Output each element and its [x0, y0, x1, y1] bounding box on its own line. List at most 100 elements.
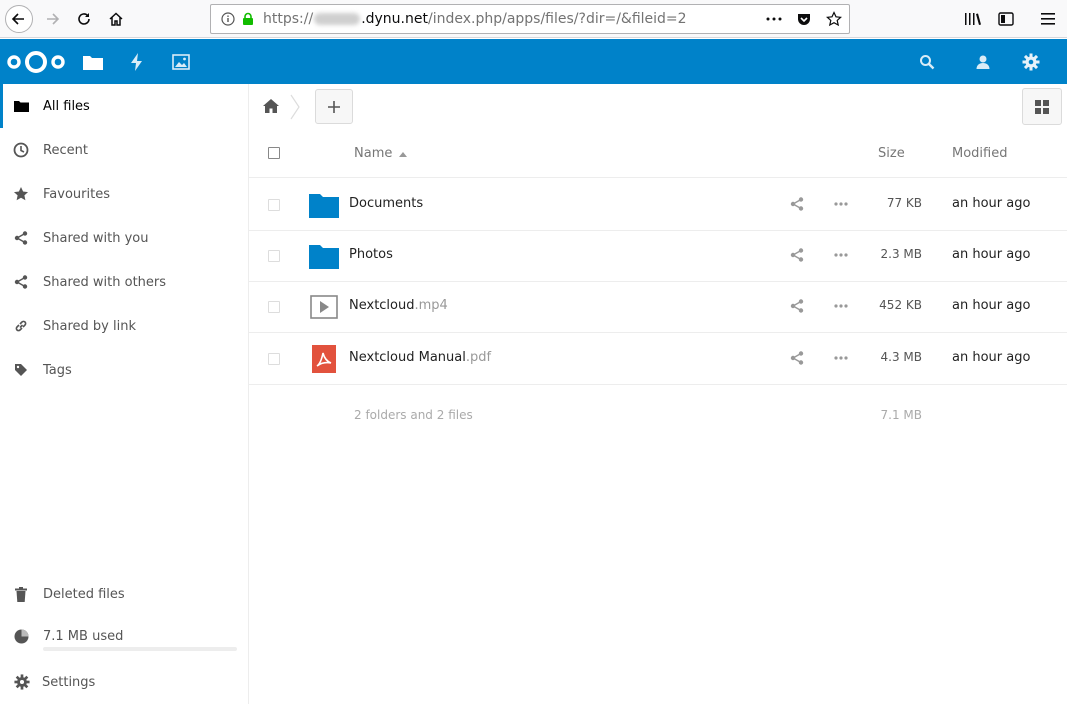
sidebar-item-label: Recent — [43, 142, 88, 158]
sidebar-toggle-icon[interactable] — [991, 4, 1021, 34]
file-size: 2.3 MB — [880, 247, 922, 261]
file-name[interactable]: Nextcloud.mp4 — [349, 298, 448, 313]
sidebar-item-label: Deleted files — [43, 586, 125, 602]
folder-icon — [309, 191, 339, 219]
pocket-icon[interactable] — [789, 5, 819, 33]
file-row[interactable]: Photos 2.3 MB an hour ago — [249, 230, 1067, 282]
sidebar-item-label: Shared by link — [43, 318, 136, 334]
folder-icon — [309, 242, 339, 270]
row-checkbox[interactable] — [268, 199, 280, 211]
sidebar-item-all-files[interactable]: All files — [0, 84, 248, 128]
pdf-file-icon — [309, 345, 339, 373]
file-row[interactable]: Documents 77 KB an hour ago — [249, 179, 1067, 231]
more-actions-icon[interactable] — [831, 349, 851, 367]
file-extension: .mp4 — [414, 298, 448, 313]
share-icon[interactable] — [789, 297, 805, 315]
blurred-subdomain — [314, 13, 361, 25]
contacts-icon[interactable] — [961, 39, 1005, 84]
file-row[interactable]: Nextcloud Manual.pdf 4.3 MB an hour ago — [249, 333, 1067, 385]
pie-chart-icon — [11, 626, 31, 646]
arrow-left-icon — [11, 13, 24, 25]
files-app-icon[interactable] — [71, 39, 115, 84]
column-header-name[interactable]: Name — [354, 146, 392, 161]
more-actions-icon[interactable] — [831, 246, 851, 264]
share-icon[interactable] — [789, 349, 805, 367]
page-actions-icon[interactable] — [759, 5, 789, 33]
share-icon — [11, 228, 31, 248]
gallery-app-icon[interactable] — [159, 39, 203, 84]
lock-icon[interactable] — [240, 11, 256, 27]
row-checkbox[interactable] — [268, 250, 280, 262]
url-path: /index.php/apps/files/?dir=/&fileid=2 — [427, 11, 687, 27]
file-list-total-size: 7.1 MB — [880, 408, 922, 422]
hamburger-menu-icon[interactable] — [1033, 4, 1063, 34]
info-icon[interactable] — [220, 11, 236, 27]
quota-label: 7.1 MB used — [43, 628, 124, 644]
file-basename: Documents — [349, 196, 424, 211]
sidebar-item-shared-with-you[interactable]: Shared with you — [0, 216, 248, 260]
share-icon[interactable] — [789, 195, 805, 213]
trash-icon — [11, 584, 31, 604]
column-header-modified[interactable]: Modified — [952, 146, 1007, 161]
file-list-header: Name Size Modified — [249, 131, 1067, 178]
url-bar[interactable]: https:// .dynu.net/index.php/apps/files/?… — [210, 4, 850, 34]
clock-icon — [11, 140, 31, 160]
bookmark-star-icon[interactable] — [819, 5, 849, 33]
select-all-checkbox[interactable] — [268, 147, 280, 159]
share-icon[interactable] — [789, 246, 805, 264]
folder-icon — [11, 96, 31, 116]
more-actions-icon[interactable] — [831, 195, 851, 213]
grid-icon — [1035, 99, 1049, 114]
file-modified: an hour ago — [952, 298, 1031, 313]
home-icon — [109, 12, 123, 26]
row-checkbox[interactable] — [268, 353, 280, 365]
link-icon — [11, 316, 31, 336]
file-size: 452 KB — [879, 298, 922, 312]
file-name[interactable]: Documents — [349, 196, 423, 211]
sidebar-item-label: All files — [43, 98, 90, 114]
sidebar-item-deleted-files[interactable]: Deleted files — [0, 572, 248, 616]
sidebar-item-recent[interactable]: Recent — [0, 128, 248, 172]
file-basename: Nextcloud — [349, 298, 415, 313]
file-modified: an hour ago — [952, 350, 1031, 365]
file-name[interactable]: Nextcloud Manual.pdf — [349, 350, 491, 365]
files-main: Name Size Modified Documents 77 KB an ho… — [249, 84, 1067, 704]
plus-icon — [328, 100, 340, 113]
gear-icon — [12, 672, 32, 692]
video-file-icon — [309, 293, 339, 321]
breadcrumb-home-icon[interactable] — [261, 96, 281, 116]
nextcloud-logo-icon[interactable] — [4, 48, 68, 76]
more-actions-icon[interactable] — [831, 297, 851, 315]
sidebar-item-label: Favourites — [43, 186, 110, 202]
new-file-button[interactable] — [315, 89, 353, 124]
column-header-size[interactable]: Size — [878, 146, 905, 161]
quota-progress-bar — [43, 647, 237, 651]
url-prefix: https:// — [263, 11, 314, 27]
arrow-right-icon — [47, 13, 60, 25]
home-button[interactable] — [102, 5, 130, 33]
file-list-summary: 2 folders and 2 files — [354, 408, 473, 422]
app-header — [0, 39, 1067, 84]
file-modified: an hour ago — [952, 247, 1031, 262]
sidebar-item-label: Shared with you — [43, 230, 149, 246]
activity-app-icon[interactable] — [115, 39, 159, 84]
quota-indicator[interactable]: 7.1 MB used — [0, 614, 248, 658]
library-icon[interactable] — [958, 4, 988, 34]
sidebar-item-shared-with-others[interactable]: Shared with others — [0, 260, 248, 304]
file-size: 77 KB — [886, 196, 922, 210]
sidebar-item-shared-by-link[interactable]: Shared by link — [0, 304, 248, 348]
settings-gear-icon[interactable] — [1009, 39, 1053, 84]
breadcrumb-separator-icon — [290, 94, 300, 124]
file-name[interactable]: Photos — [349, 247, 393, 262]
reload-button[interactable] — [70, 5, 98, 33]
sidebar-item-tags[interactable]: Tags — [0, 348, 248, 392]
search-icon[interactable] — [905, 39, 949, 84]
sidebar-item-favourites[interactable]: Favourites — [0, 172, 248, 216]
grid-view-toggle[interactable] — [1022, 88, 1062, 125]
back-button[interactable] — [5, 5, 33, 33]
file-row[interactable]: Nextcloud.mp4 452 KB an hour ago — [249, 281, 1067, 333]
forward-button[interactable] — [38, 5, 66, 33]
app-navigation: All files Recent Favourites Shared with … — [0, 84, 249, 704]
row-checkbox[interactable] — [268, 301, 280, 313]
sidebar-item-settings[interactable]: Settings — [0, 660, 248, 704]
